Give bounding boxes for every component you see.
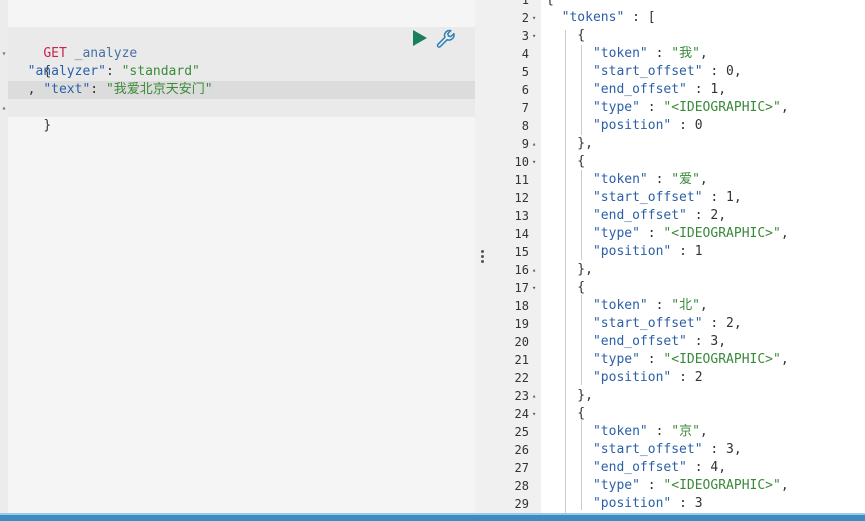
line-number: 9 — [521, 137, 529, 151]
response-code-line: "start_offset" : 3, — [592, 442, 742, 457]
response-code-line: "type" : "<IDEOGRAPHIC>", — [592, 226, 789, 241]
fold-arrow-icon[interactable]: ▴ — [532, 135, 540, 153]
line-number: 29 — [514, 497, 529, 511]
status-bar — [0, 515, 865, 521]
response-code-line: "token" : "我", — [592, 46, 708, 61]
line-number: 25 — [514, 425, 529, 439]
close-brace: } — [43, 118, 52, 133]
response-code-line: }, — [546, 262, 593, 277]
response-code-line: "start_offset" : 1, — [592, 190, 742, 205]
response-code-line: "position" : 1 — [592, 244, 703, 259]
line-number: 20 — [514, 335, 529, 349]
line-number: 27 — [514, 461, 529, 475]
response-code-line: "end_offset" : 3, — [592, 334, 727, 349]
line-number: 21 — [514, 353, 529, 367]
text-value: "我爱北京天安门" — [105, 82, 213, 97]
analyzer-value: "standard" — [121, 64, 200, 79]
line-number: 15 — [514, 245, 529, 259]
response-code-line: { — [546, 154, 586, 169]
fold-arrow-icon[interactable]: ▾ — [532, 27, 540, 45]
request-editor[interactable]: GET _analyze ▾ { "analyzer": "standard" … — [0, 0, 475, 521]
fold-arrow-icon[interactable]: ▴ — [532, 261, 540, 279]
response-code-line: { — [546, 406, 586, 421]
line-number: 2 — [521, 11, 529, 25]
text-key: "text" — [43, 82, 91, 97]
line-number: 28 — [514, 479, 529, 493]
line-number: 10 — [514, 155, 529, 169]
drag-handle-icon[interactable] — [481, 250, 484, 264]
response-code-line: "end_offset" : 4, — [592, 460, 727, 475]
line-number: 4 — [521, 47, 529, 61]
request-line-4[interactable]: , "text": "我爱北京天安门" — [12, 81, 213, 99]
line-number: 17 — [514, 281, 529, 295]
response-code-line: "start_offset" : 0, — [592, 64, 742, 79]
request-endpoint: _analyze — [74, 46, 138, 61]
line-number: 14 — [514, 227, 529, 241]
response-code-line: "start_offset" : 2, — [592, 316, 742, 331]
response-code-line: "end_offset" : 1, — [592, 82, 727, 97]
line-number: 7 — [521, 101, 529, 115]
line-number: 19 — [514, 317, 529, 331]
response-code-line: { — [546, 28, 586, 43]
response-code-line: { — [546, 280, 586, 295]
response-code-line: "token" : "北", — [592, 298, 708, 313]
line-number: 18 — [514, 299, 529, 313]
line-number: 5 — [521, 65, 529, 79]
request-gutter — [0, 0, 8, 521]
line-number: 13 — [514, 209, 529, 223]
line-number: 1 — [521, 0, 529, 7]
response-code-line: "type" : "<IDEOGRAPHIC>", — [592, 478, 789, 493]
fold-arrow-icon[interactable]: ▾ — [532, 9, 540, 27]
fold-arrow-icon[interactable]: ▾ — [0, 45, 8, 63]
response-code-line: "token" : "京", — [592, 424, 708, 439]
fold-arrow-icon[interactable]: ▾ — [532, 153, 540, 171]
fold-arrow-icon[interactable]: ▴ — [532, 387, 540, 405]
response-code-line: "type" : "<IDEOGRAPHIC>", — [592, 352, 789, 367]
response-code-line: "end_offset" : 2, — [592, 208, 727, 223]
line-number: 16 — [514, 263, 529, 277]
request-line-1[interactable]: GET _analyze — [12, 27, 137, 61]
response-code-line: "position" : 2 — [592, 370, 703, 385]
response-viewer[interactable]: 1{2▾ "tokens" : [3▾ {4 "token" : "我",5 "… — [489, 0, 865, 521]
response-code-line: "type" : "<IDEOGRAPHIC>", — [592, 100, 789, 115]
request-line-2[interactable]: { — [12, 45, 51, 79]
line-number: 11 — [514, 173, 529, 187]
response-code-line: "token" : "爱", — [592, 172, 708, 187]
line-number: 12 — [514, 191, 529, 205]
request-line-5[interactable]: } — [12, 99, 51, 133]
wrench-icon[interactable] — [435, 28, 457, 50]
line-number: 6 — [521, 83, 529, 97]
line-number: 3 — [521, 29, 529, 43]
response-code-line: }, — [546, 388, 593, 403]
response-code-line: "tokens" : [ — [561, 10, 656, 25]
response-code-line: { — [546, 0, 554, 9]
fold-arrow-icon[interactable]: ▾ — [532, 405, 540, 423]
analyzer-key: "analyzer" — [27, 64, 106, 79]
text-prefix: , — [27, 82, 44, 97]
line-number: 24 — [514, 407, 529, 421]
line-number: 8 — [521, 119, 529, 133]
fold-arrow-icon[interactable]: ▴ — [0, 99, 8, 117]
response-code-line: }, — [546, 136, 593, 151]
response-code-line: "position" : 0 — [592, 118, 703, 133]
fold-arrow-icon[interactable]: ▾ — [532, 279, 540, 297]
play-icon[interactable] — [409, 28, 429, 48]
line-number: 26 — [514, 443, 529, 457]
request-line-3[interactable]: "analyzer": "standard" — [12, 63, 200, 81]
line-number: 23 — [514, 389, 529, 403]
response-code-line: "position" : 3 — [592, 496, 703, 511]
line-number: 22 — [514, 371, 529, 385]
